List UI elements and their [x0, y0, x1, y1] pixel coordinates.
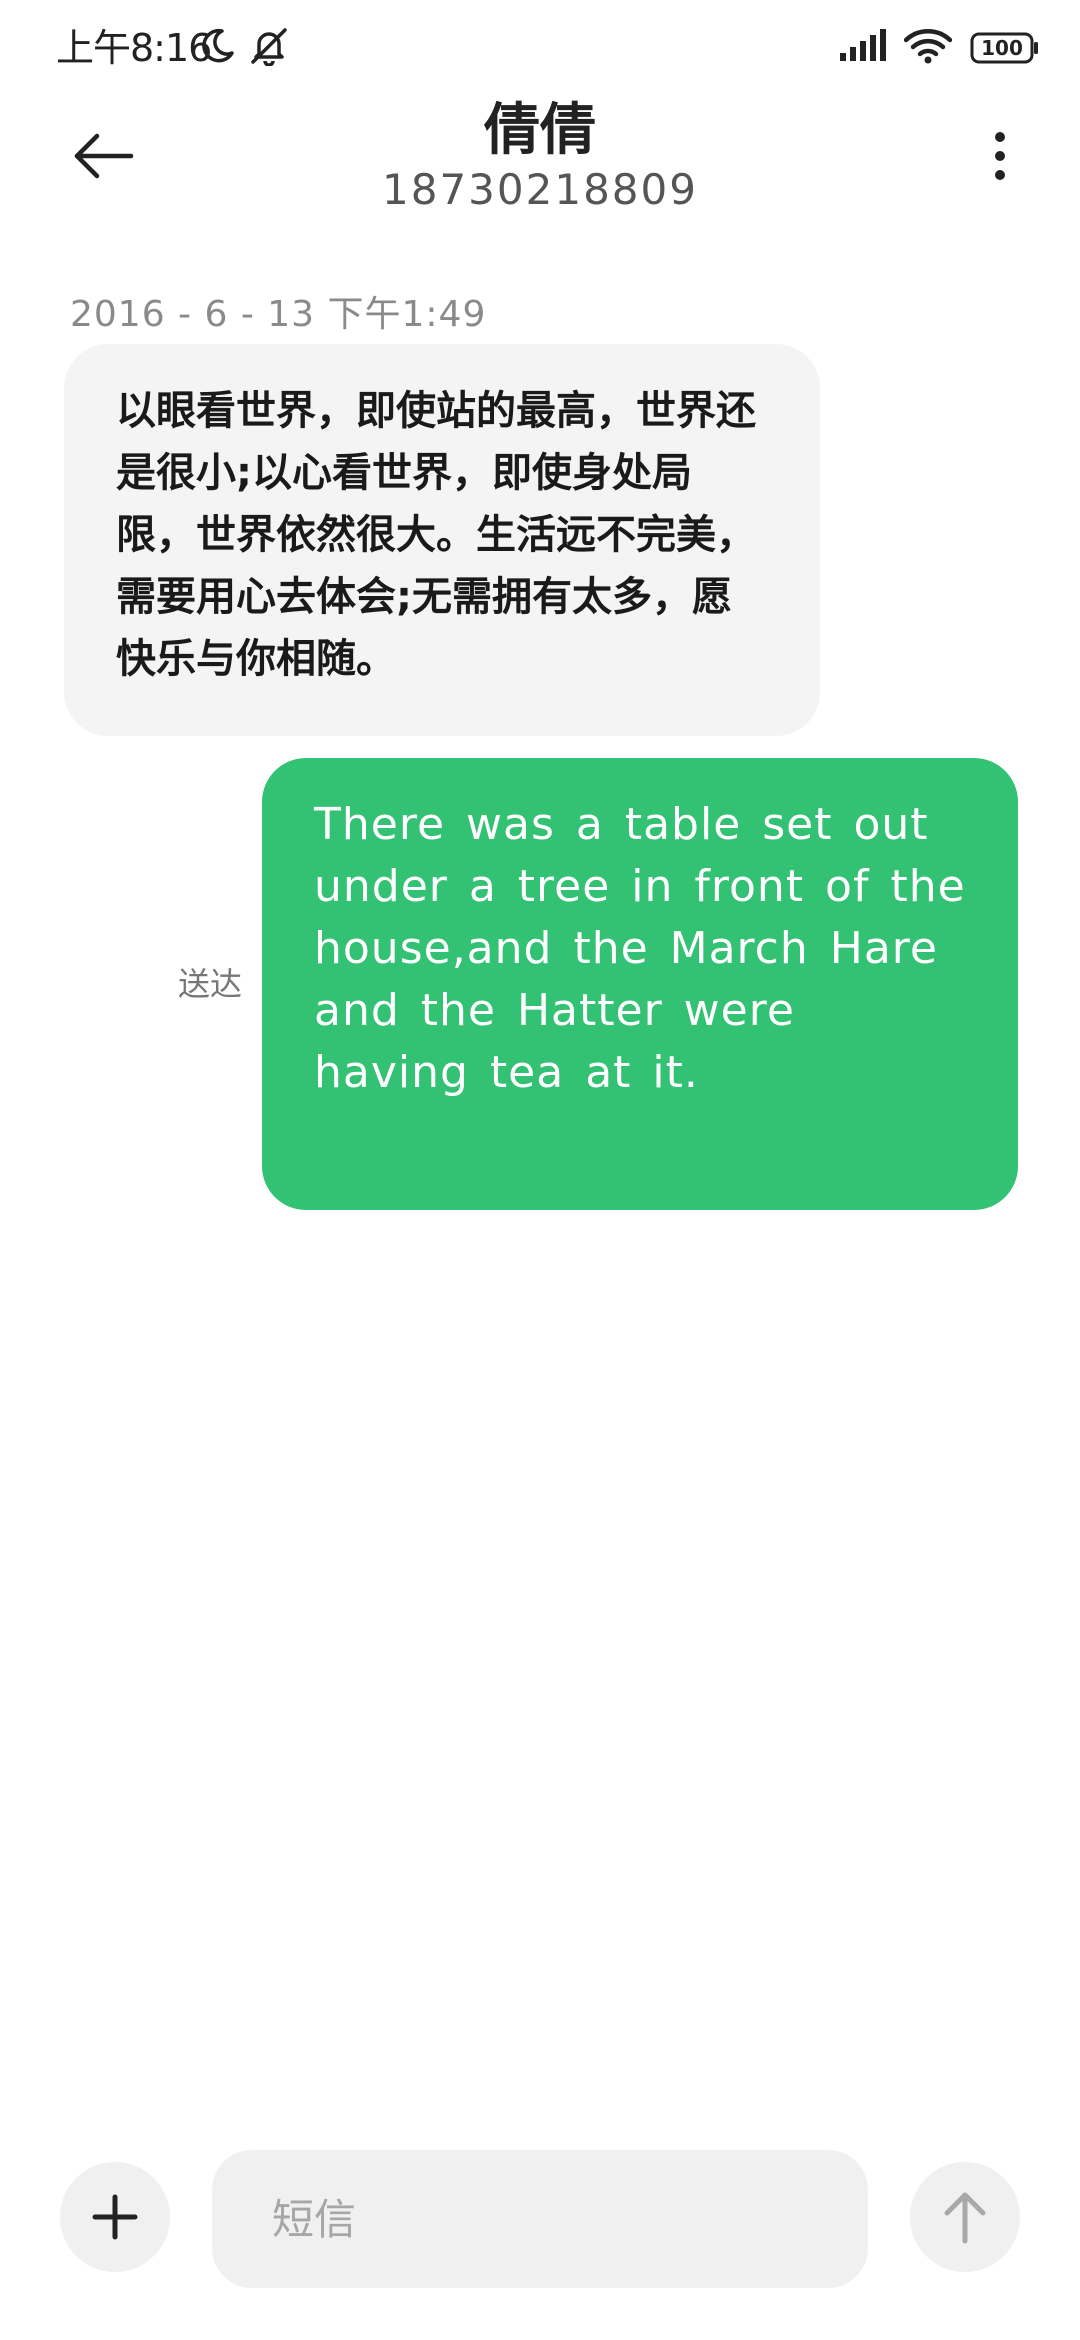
plus-icon: [92, 2194, 138, 2240]
status-right-icons: 100: [838, 28, 1040, 68]
outgoing-message-bubble[interactable]: There was a table set out under a tree i…: [262, 758, 1018, 1210]
add-attachment-button[interactable]: [60, 2162, 170, 2272]
more-vertical-icon: [995, 132, 1005, 180]
incoming-message-bubble[interactable]: 以眼看世界，即使站的最高，世界还是很小;以心看世界，即使身处局限，世界依然很大。…: [64, 344, 820, 736]
send-button[interactable]: [910, 2162, 1020, 2272]
delivery-status: 送达: [178, 965, 243, 1003]
contact-phone-number: 18730218809: [382, 165, 698, 214]
conversation-header: 倩倩 18730218809: [0, 96, 1080, 246]
messaging-screen: 上午8:16 100 倩倩 18730218809 2016 - 6 - 13 …: [0, 0, 1080, 2340]
message-composer: [0, 2140, 1080, 2300]
signal-icon: [838, 29, 886, 67]
outgoing-message-text: There was a table set out under a tree i…: [314, 799, 966, 1098]
status-bar: 上午8:16 100: [0, 0, 1080, 96]
message-timestamp: 2016 - 6 - 13 下午1:49: [70, 294, 487, 335]
message-input[interactable]: [212, 2150, 868, 2288]
more-options-button[interactable]: [960, 116, 1040, 196]
incoming-message-text: 以眼看世界，即使站的最高，世界还是很小;以心看世界，即使身处局限，世界依然很大。…: [116, 388, 756, 682]
status-time: 上午8:16: [56, 26, 212, 70]
battery-level: 100: [981, 36, 1023, 60]
battery-icon: 100: [970, 31, 1040, 65]
moon-icon: [198, 27, 236, 69]
contact-name: 倩倩: [484, 98, 596, 163]
wifi-icon: [903, 28, 953, 68]
bell-muted-icon: [248, 26, 290, 70]
arrow-up-icon: [944, 2192, 986, 2244]
status-left-icons: [198, 26, 290, 70]
